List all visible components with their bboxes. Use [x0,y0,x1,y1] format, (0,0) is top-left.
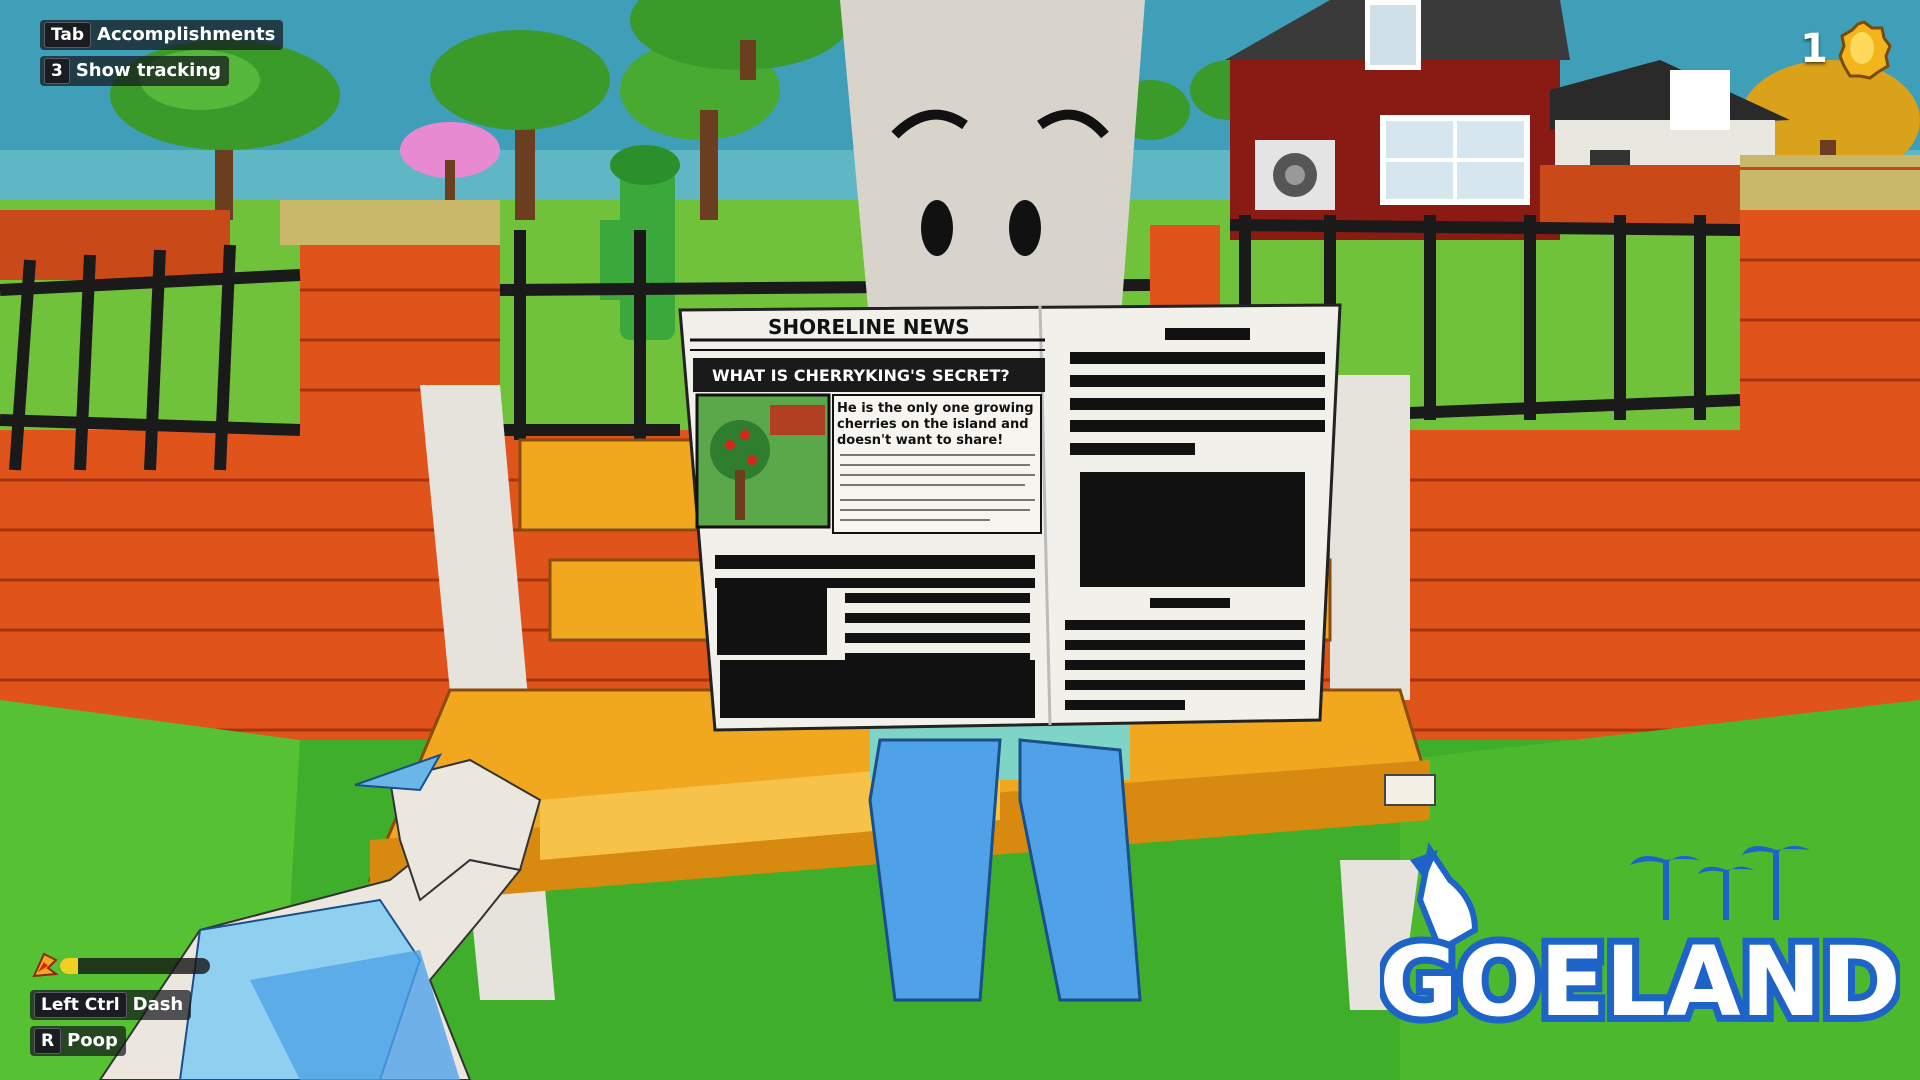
key-left-ctrl: Left Ctrl [34,992,127,1018]
hint-dash[interactable]: Left Ctrl Dash [30,990,192,1020]
accomplishments-label: Accomplishments [97,24,276,45]
dash-feather-icon [32,952,59,978]
game-logo: GOELAND [1380,842,1900,1045]
show-tracking-label: Show tracking [75,60,222,81]
poop-label: Poop [67,1030,118,1051]
collectible-counter: 1 [1800,26,1828,72]
palm-tree-icon [1630,845,1810,920]
key-3: 3 [44,58,70,84]
hint-show-tracking[interactable]: 3 Show tracking [40,56,230,86]
key-r: R [34,1028,62,1054]
key-tab: Tab [44,22,92,48]
newspaper-lead-line-1: He is the only one growing [837,401,1034,416]
newspaper-masthead: SHORELINE NEWS [768,315,970,339]
newspaper-headline: WHAT IS CHERRYKING'S SECRET? [712,366,1010,385]
golden-egg-icon [1838,20,1892,80]
newspaper-lead-line-2: cherries on the island and [837,417,1029,432]
red-house [1225,0,1570,240]
dash-label: Dash [132,994,184,1015]
stamina-bar-track [60,958,210,974]
hint-poop[interactable]: R Poop [30,1026,126,1056]
npc-head [840,0,1145,330]
logo-wordmark: GOELAND [1380,926,1900,1038]
newspaper-lead-line-3: doesn't want to share! [837,433,1003,448]
hud-top-left-hints: Tab Accomplishments 3 Show tracking [40,20,284,92]
stamina-meter [30,950,210,980]
hud-bottom-left-hints: Left Ctrl Dash R Poop [30,990,192,1062]
newspaper: SHORELINE NEWS WHAT IS CHERRYKING'S SECR… [678,303,1342,732]
stamina-bar-fill [60,958,78,974]
hint-accomplishments[interactable]: Tab Accomplishments [40,20,284,50]
